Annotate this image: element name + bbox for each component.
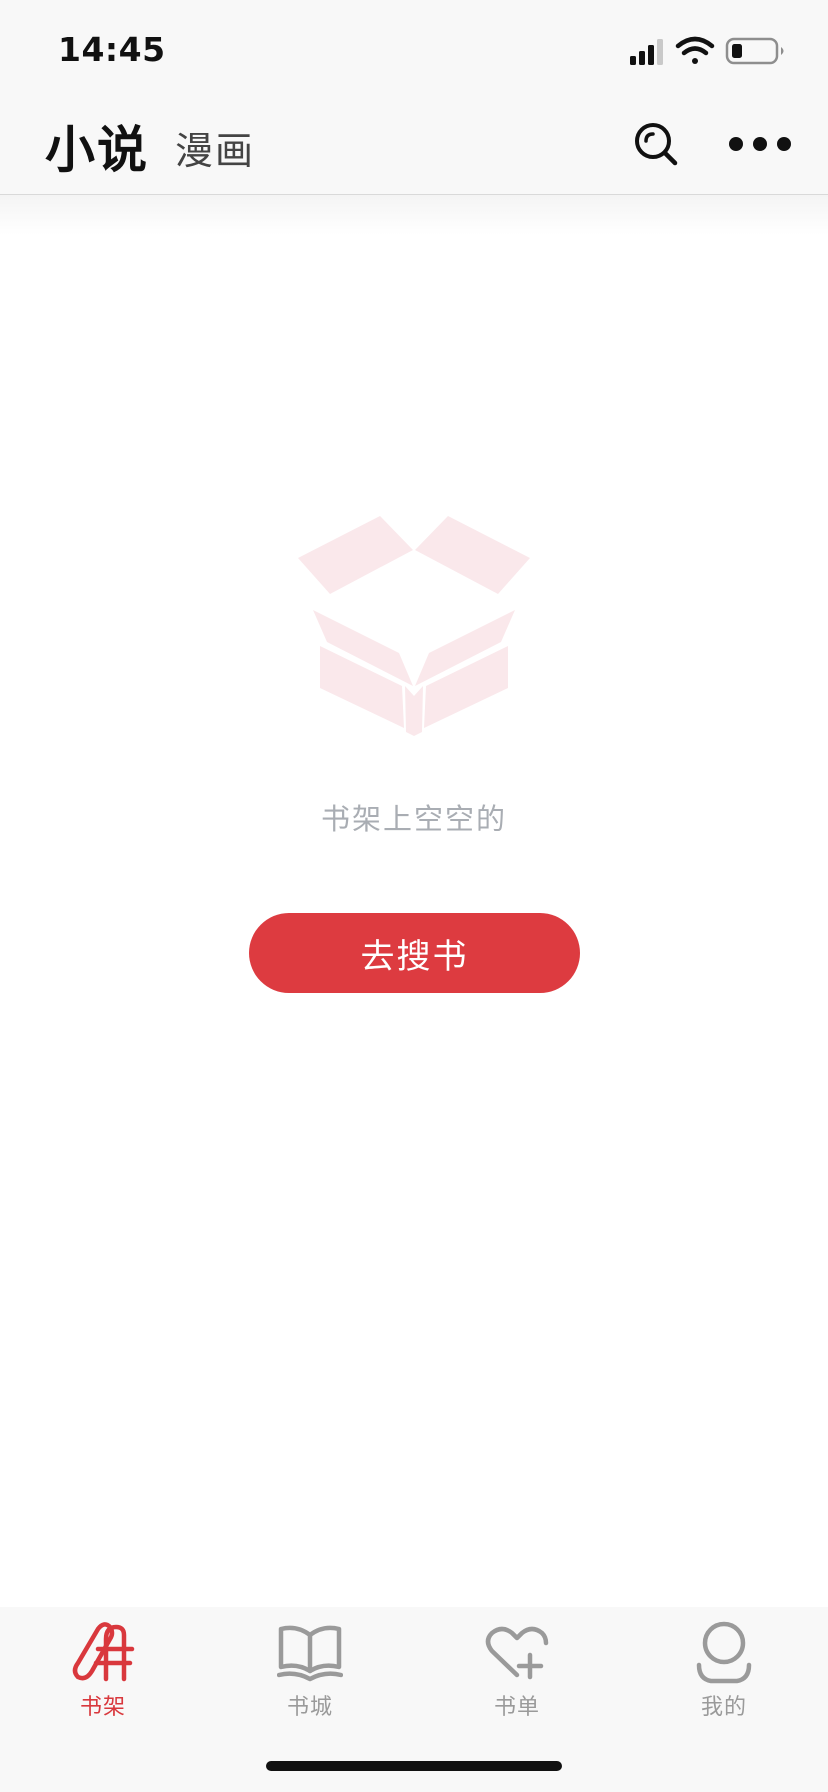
tab-bookshelf[interactable]: 书架 (43, 1615, 163, 1725)
header-shadow (0, 195, 828, 235)
top-header: 小说 漫画 (0, 92, 828, 195)
cellular-signal-icon (630, 39, 663, 65)
tab-label-booklist: 书单 (493, 1695, 540, 1720)
open-book-icon (277, 1625, 343, 1682)
tab-comic[interactable]: 漫画 (175, 120, 255, 175)
heart-plus-icon (485, 1626, 549, 1680)
tab-booklist[interactable]: 书单 (457, 1615, 577, 1725)
empty-box-icon (298, 516, 530, 736)
tab-label-bookshelf: 书架 (79, 1695, 126, 1720)
more-button[interactable] (728, 116, 792, 172)
status-bar: 14:45 (0, 0, 828, 92)
search-button[interactable] (628, 116, 684, 172)
bottom-tab-bar: 书架 书城 书单 我的 (0, 1607, 828, 1792)
tab-mine[interactable]: 我的 (664, 1615, 784, 1725)
empty-message: 书架上空空的 (320, 802, 507, 836)
more-icon (729, 137, 791, 151)
tab-novel[interactable]: 小说 (45, 110, 149, 182)
user-icon (696, 1621, 752, 1684)
home-indicator (266, 1761, 562, 1771)
status-icons (630, 36, 784, 65)
wifi-icon (675, 36, 715, 64)
battery-icon (725, 37, 784, 65)
tab-label-mine: 我的 (700, 1695, 747, 1720)
status-time: 14:45 (58, 30, 166, 69)
search-books-button[interactable]: 去搜书 (249, 913, 580, 993)
tab-label-bookstore: 书城 (286, 1695, 333, 1720)
search-icon (635, 123, 678, 166)
bookshelf-icon (72, 1622, 135, 1682)
tab-bookstore[interactable]: 书城 (250, 1615, 370, 1725)
